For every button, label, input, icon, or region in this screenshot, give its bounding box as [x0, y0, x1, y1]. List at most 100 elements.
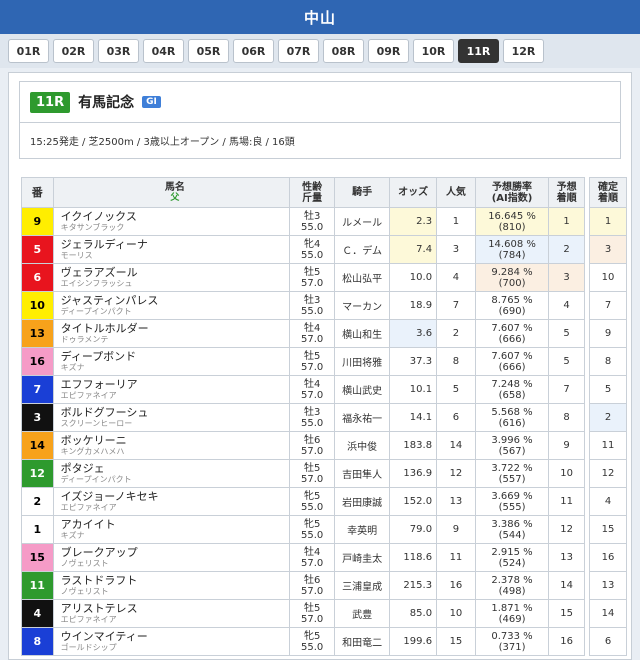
- odds-value: 215.3: [389, 571, 438, 600]
- table-row: 7 エフフォーリア エピファネイア 牡4 57.0 横山武史 10.1 5 7.248 % (65…: [21, 375, 585, 404]
- horse-name[interactable]: ポタジェ: [61, 462, 290, 475]
- horse-number: 6: [21, 263, 54, 292]
- sire-name: エピファネイア: [60, 390, 117, 400]
- tab-12r[interactable]: 12R: [503, 39, 544, 63]
- tab-09r[interactable]: 09R: [368, 39, 409, 63]
- predicted-rank: 16: [548, 627, 585, 656]
- jockey-name: 福永祐一: [334, 403, 391, 432]
- table-row: 3 ボルドグフーシュ スクリーンヒーロー 牡3 55.0 福永祐一 14.1 6 5.568 %…: [21, 403, 585, 432]
- tab-11r[interactable]: 11R: [458, 39, 499, 63]
- ai-index: (498): [498, 585, 526, 597]
- horse-cell: ラストドラフト ノヴェリスト: [52, 571, 291, 600]
- ai-index: (557): [498, 473, 526, 485]
- jockey-name: 三浦皇成: [334, 571, 391, 600]
- sex-age: 牡5: [303, 602, 321, 614]
- tab-07r[interactable]: 07R: [278, 39, 319, 63]
- horse-name[interactable]: ディープボンド: [61, 350, 290, 363]
- horse-name[interactable]: アカイイト: [61, 518, 290, 531]
- table-row: 14: [589, 599, 627, 628]
- jockey-name: 横山武史: [334, 375, 391, 404]
- venue-header: 中山: [0, 0, 640, 34]
- col-jockey: 騎手: [334, 177, 391, 208]
- carried-weight: 55.0: [301, 249, 324, 261]
- horse-cell: アカイイト キズナ: [52, 515, 291, 544]
- predicted-rank: 3: [548, 263, 585, 292]
- predicted-rank: 8: [548, 403, 585, 432]
- sex-age: 牡5: [303, 266, 321, 278]
- tab-10r[interactable]: 10R: [413, 39, 454, 63]
- tab-03r[interactable]: 03R: [98, 39, 139, 63]
- win-rate: 16.645 %: [488, 210, 536, 222]
- rate-cell: 9.284 % (700): [474, 263, 550, 292]
- horse-name[interactable]: イクイノックス: [61, 210, 290, 223]
- odds-value: 183.8: [389, 431, 438, 460]
- win-rate: 1.871 %: [491, 602, 533, 614]
- race-name: 有馬記念: [78, 95, 135, 111]
- col-popularity: 人気: [436, 177, 476, 208]
- popularity-value: 1: [436, 207, 476, 236]
- tab-06r[interactable]: 06R: [233, 39, 274, 63]
- sire-name: ゴールドシップ: [60, 642, 117, 652]
- carried-weight: 55.0: [301, 221, 324, 233]
- horse-number: 10: [21, 291, 54, 320]
- horse-name[interactable]: ジェラルディーナ: [61, 238, 290, 251]
- page: 中山 01R 02R 03R 04R 05R 06R 07R 08R 09R 10R 11R 12R …: [0, 0, 640, 660]
- entries-table: 番 馬名 父 性齢 斤量 騎手 オッズ 人気 予想勝率 (AI指数) 予想 着順…: [21, 177, 585, 656]
- age-weight-cell: 牡3 55.0: [289, 291, 336, 320]
- jockey-name: Ｃ．デム: [334, 235, 391, 264]
- horse-name[interactable]: イズジョーノキセキ: [61, 490, 290, 503]
- horse-name[interactable]: ブレークアップ: [61, 546, 290, 559]
- sex-age: 牝5: [303, 518, 321, 530]
- final-rank: 12: [589, 459, 627, 488]
- odds-value: 2.3: [389, 207, 438, 236]
- horse-name[interactable]: アリストテレス: [61, 602, 290, 615]
- horse-name[interactable]: ラストドラフト: [61, 574, 290, 587]
- race-tabs: 01R 02R 03R 04R 05R 06R 07R 08R 09R 10R 11R 12R: [0, 34, 640, 68]
- horse-name[interactable]: ヴェラアズール: [61, 266, 290, 279]
- sire-name: ドゥラメンテ: [60, 334, 109, 344]
- jockey-name: 吉田隼人: [334, 459, 391, 488]
- predicted-rank: 5: [548, 347, 585, 376]
- horse-name[interactable]: タイトルホルダー: [61, 322, 290, 335]
- tab-04r[interactable]: 04R: [143, 39, 184, 63]
- table-row: 5: [589, 375, 627, 404]
- final-rank: 10: [589, 263, 627, 292]
- rate-cell: 7.607 % (666): [474, 347, 550, 376]
- tab-08r[interactable]: 08R: [323, 39, 364, 63]
- final-rank: 15: [589, 515, 627, 544]
- sex-age: 牡6: [303, 574, 321, 586]
- sex-age: 牡5: [303, 462, 321, 474]
- table-row: 13: [589, 571, 627, 600]
- col-rate-label: 予想勝率: [492, 181, 533, 193]
- table-row: 6: [589, 627, 627, 656]
- table-row: 11 ラストドラフト ノヴェリスト 牡6 57.0 三浦皇成 215.3 16 2.378 %(…: [21, 571, 585, 600]
- horse-cell: ヴェラアズール エイシンフラッシュ: [52, 263, 291, 292]
- tab-05r[interactable]: 05R: [188, 39, 229, 63]
- horse-name[interactable]: エフフォーリア: [61, 378, 290, 391]
- sex-age: 牡3: [303, 210, 321, 222]
- table-row: 4 アリストテレス エピファネイア 牡5 57.0 武豊 85.0 10 1.871 % (469…: [21, 599, 585, 628]
- horse-cell: ボルドグフーシュ スクリーンヒーロー: [52, 403, 291, 432]
- final-rank: 13: [589, 571, 627, 600]
- rate-cell: 2.915 % (524): [474, 543, 550, 572]
- predicted-rank: 15: [548, 599, 585, 628]
- table-row: 11: [589, 431, 627, 460]
- horse-number: 4: [21, 599, 54, 628]
- horse-name[interactable]: ウインマイティー: [61, 630, 290, 643]
- tab-02r[interactable]: 02R: [53, 39, 94, 63]
- carried-weight: 57.0: [301, 585, 324, 597]
- sire-name: ノヴェリスト: [60, 558, 109, 568]
- sex-age: 牡6: [303, 434, 321, 446]
- horse-name[interactable]: ボルドグフーシュ: [61, 406, 290, 419]
- tab-01r[interactable]: 01R: [8, 39, 49, 63]
- col-rate: 予想勝率 (AI指数): [474, 177, 550, 208]
- sex-age: 牡4: [303, 378, 321, 390]
- sex-age: 牝5: [303, 630, 321, 642]
- sire-name: キタサンブラック: [60, 222, 125, 232]
- horse-name[interactable]: ジャスティンパレス: [61, 294, 290, 307]
- horse-cell: ブレークアップ ノヴェリスト: [52, 543, 291, 572]
- popularity-value: 9: [436, 515, 476, 544]
- horse-name[interactable]: ボッケリーニ: [61, 434, 290, 447]
- rate-cell: 14.608 % (784): [474, 235, 550, 264]
- col-odds: オッズ: [389, 177, 438, 208]
